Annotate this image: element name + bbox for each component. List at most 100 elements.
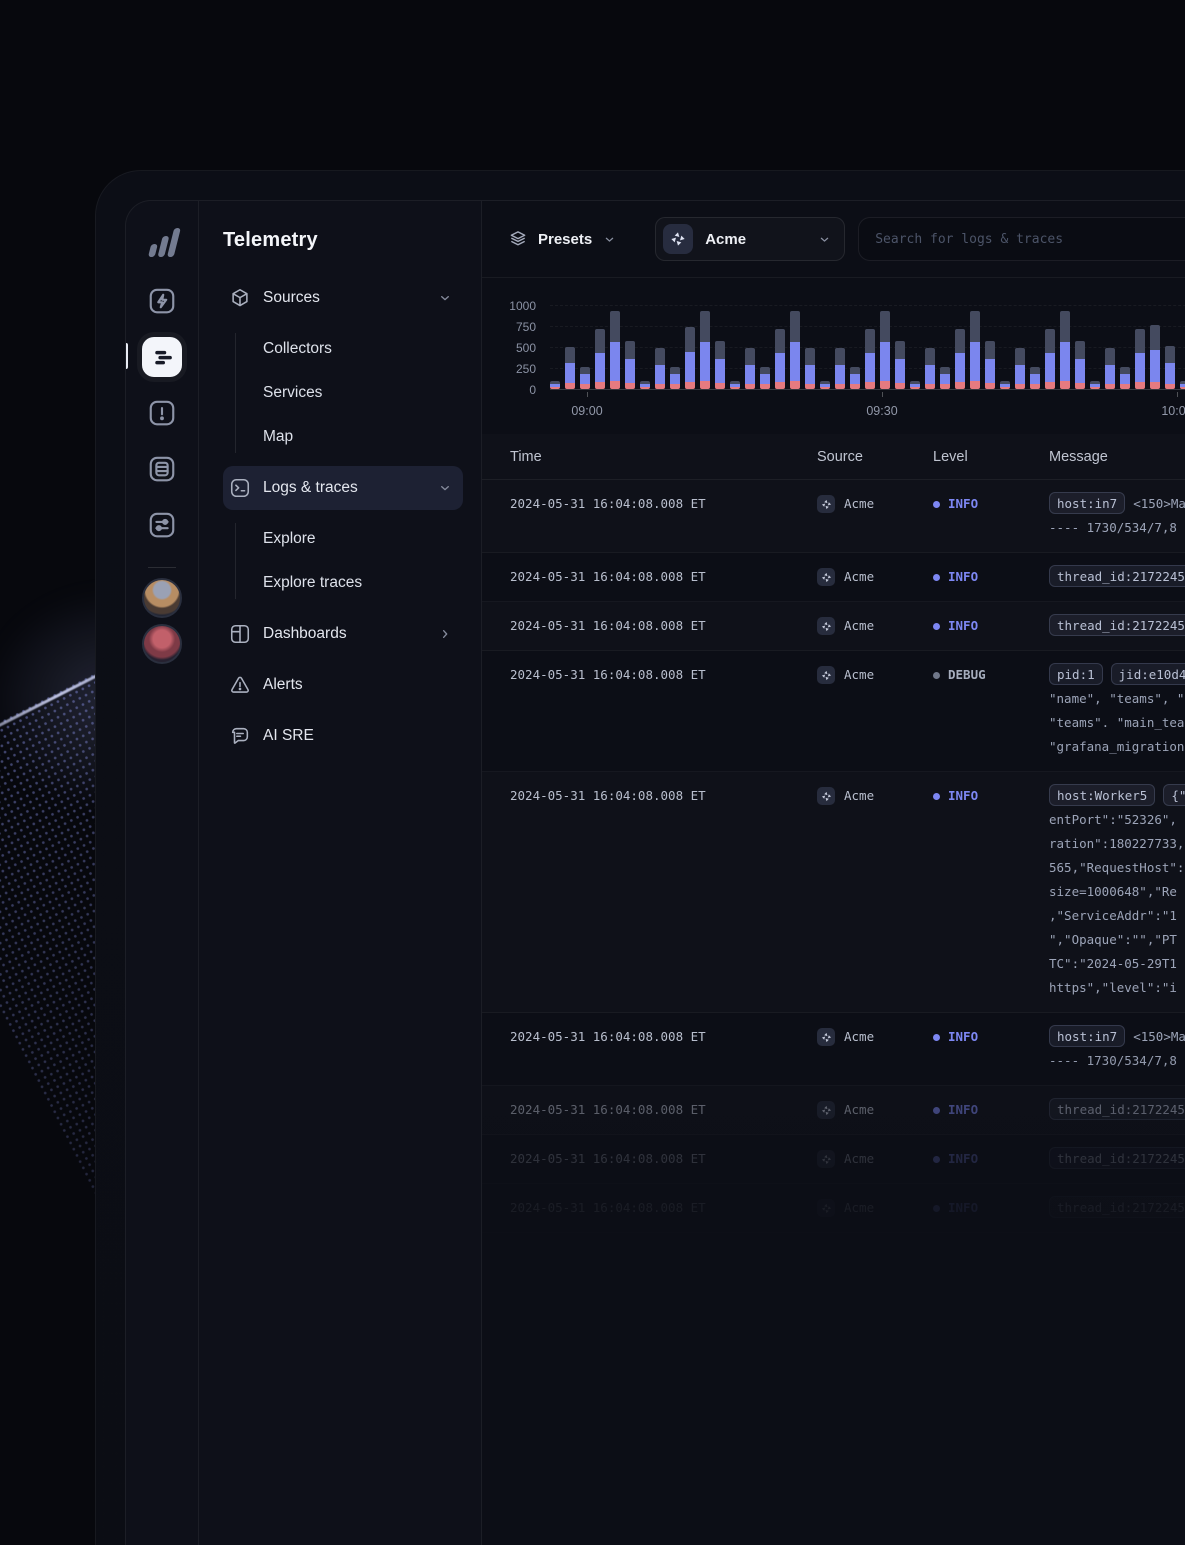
table-row[interactable]: 2024-05-31 16:04:08.008 ETAcmeINFOthread…	[482, 553, 1185, 602]
source-label: Acme	[844, 1025, 874, 1049]
source-label: Acme	[844, 1196, 874, 1220]
chart-bar[interactable]	[655, 348, 665, 389]
table-row[interactable]: 2024-05-31 16:04:08.008 ETAcmeINFOthread…	[482, 1086, 1185, 1135]
chart-bar[interactable]	[1015, 348, 1025, 389]
sliders-icon[interactable]	[142, 505, 182, 545]
sidebar-item-sources[interactable]: Sources	[223, 276, 463, 320]
sidebar-item-map[interactable]: Map	[223, 415, 463, 459]
chart-bar[interactable]	[1120, 367, 1130, 389]
chart-bar[interactable]	[1000, 381, 1010, 389]
chart-bar[interactable]	[700, 311, 710, 389]
bar-segment-info	[1060, 342, 1070, 381]
presets-button[interactable]: Presets	[508, 229, 617, 249]
sidebar-item-ai-sre[interactable]: AI SRE	[223, 714, 463, 758]
chart-bar[interactable]	[1165, 346, 1175, 389]
chart-bar[interactable]	[865, 329, 875, 389]
bar-segment-other	[670, 367, 680, 374]
workspace-selector[interactable]: Acme	[655, 217, 845, 261]
chart-bar[interactable]	[1045, 329, 1055, 389]
table-row[interactable]: 2024-05-31 16:04:08.008 ETAcmeINFOthread…	[482, 1184, 1185, 1233]
chart-bar[interactable]	[970, 311, 980, 389]
logs-icon[interactable]	[142, 337, 182, 377]
bar-segment-errors	[1150, 382, 1160, 389]
table-row[interactable]: 2024-05-31 16:04:08.008 ETAcmeINFOthread…	[482, 602, 1185, 651]
table-row[interactable]: 2024-05-31 16:04:08.008 ETAcmeINFOhost:W…	[482, 772, 1185, 1013]
chart-bar[interactable]	[595, 329, 605, 389]
table-row[interactable]: 2024-05-31 16:04:08.008 ETAcmeDEBUGpid:1…	[482, 651, 1185, 772]
chart-bar[interactable]	[1180, 381, 1185, 389]
log-message: thread_id:2172245	[1049, 614, 1185, 638]
database-icon[interactable]	[142, 449, 182, 489]
chart-bar[interactable]	[790, 311, 800, 389]
sidebar-item-services[interactable]: Services	[223, 371, 463, 415]
chart-bar[interactable]	[925, 348, 935, 389]
chart-bar[interactable]	[730, 381, 740, 389]
chart-bar[interactable]	[850, 367, 860, 389]
log-time: 2024-05-31 16:04:08.008 ET	[510, 614, 817, 638]
avatar[interactable]	[142, 578, 182, 618]
x-axis-label: 10:00	[1161, 404, 1185, 418]
chart-bar[interactable]	[880, 311, 890, 389]
chart-bar[interactable]	[715, 341, 725, 389]
bar-segment-errors	[805, 384, 815, 389]
chart-bar[interactable]	[775, 329, 785, 389]
sidebar-item-explore[interactable]: Explore	[223, 517, 463, 561]
chart-bar[interactable]	[610, 311, 620, 389]
log-message: thread_id:2172245	[1049, 1196, 1185, 1220]
chart-bar[interactable]	[1030, 367, 1040, 389]
search-input[interactable]	[875, 232, 1185, 247]
chart-bar[interactable]	[625, 341, 635, 389]
chart-bar[interactable]	[1105, 348, 1115, 389]
chevron-down-icon	[437, 480, 453, 496]
sidebar-item-logs-traces[interactable]: Logs & traces	[223, 466, 463, 510]
bar-segment-errors	[565, 383, 575, 389]
chart-bar[interactable]	[760, 367, 770, 389]
sidebar-item-explore-traces[interactable]: Explore traces	[223, 561, 463, 605]
sidebar-item-alerts[interactable]: Alerts	[223, 663, 463, 707]
message-line: ---- 1730/534/7,8	[1049, 516, 1185, 540]
chart-bar[interactable]	[1135, 329, 1145, 389]
sidebar-item-collectors[interactable]: Collectors	[223, 327, 463, 371]
chart-bar[interactable]	[1090, 381, 1100, 389]
level-dot-icon	[933, 501, 940, 508]
chart-bar[interactable]	[910, 381, 920, 389]
chart-bar[interactable]	[835, 348, 845, 389]
chart-bar[interactable]	[940, 367, 950, 389]
chart-bar[interactable]	[1150, 325, 1160, 389]
chart-bar[interactable]	[1075, 341, 1085, 389]
workspace-label: Acme	[705, 231, 805, 248]
bar-segment-other	[625, 341, 635, 359]
chart-bar[interactable]	[805, 348, 815, 389]
log-level: INFO	[933, 784, 1049, 1000]
chart-bar[interactable]	[565, 347, 575, 389]
chart-bar[interactable]	[895, 341, 905, 389]
chart-bar[interactable]	[985, 341, 995, 389]
bar-segment-info	[805, 365, 815, 384]
bar-segment-other	[580, 367, 590, 374]
chart-bar[interactable]	[640, 381, 650, 389]
bolt-icon[interactable]	[142, 281, 182, 321]
sidebar-item-dashboards[interactable]: Dashboards	[223, 612, 463, 656]
chart-bar[interactable]	[550, 381, 560, 389]
chart-bar[interactable]	[670, 367, 680, 389]
log-table-body: 2024-05-31 16:04:08.008 ETAcmeINFOhost:i…	[482, 480, 1185, 1233]
bar-segment-info	[1105, 365, 1115, 384]
alert-square-icon[interactable]	[142, 393, 182, 433]
bar-segment-info	[955, 353, 965, 382]
chart-bar[interactable]	[745, 348, 755, 389]
chart-bar[interactable]	[820, 381, 830, 389]
bar-segment-errors	[1030, 384, 1040, 389]
chart-bar[interactable]	[955, 329, 965, 389]
alert-triangle-icon	[229, 674, 251, 696]
log-source: Acme	[817, 1025, 933, 1073]
table-row[interactable]: 2024-05-31 16:04:08.008 ETAcmeINFOhost:i…	[482, 1013, 1185, 1086]
chart-bar[interactable]	[580, 367, 590, 389]
chart-bar[interactable]	[1060, 311, 1070, 389]
acme-logo-icon	[817, 1028, 835, 1046]
bar-segment-other	[955, 329, 965, 353]
chart-bar[interactable]	[685, 327, 695, 389]
table-row[interactable]: 2024-05-31 16:04:08.008 ETAcmeINFOthread…	[482, 1135, 1185, 1184]
table-row[interactable]: 2024-05-31 16:04:08.008 ETAcmeINFOhost:i…	[482, 480, 1185, 553]
avatar[interactable]	[142, 624, 182, 664]
layers-icon	[508, 229, 528, 249]
